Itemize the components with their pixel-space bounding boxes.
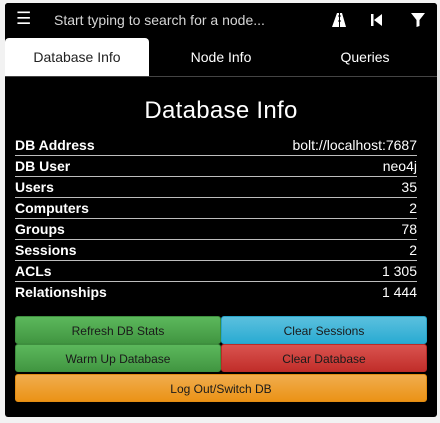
refresh-db-stats-button[interactable]: Refresh DB Stats [15, 316, 221, 344]
table-row: ACLs 1 305 [15, 261, 417, 282]
search-input[interactable] [50, 9, 328, 31]
table-row: Relationships 1 444 [15, 282, 417, 302]
logout-switch-db-button[interactable]: Log Out/Switch DB [15, 374, 427, 402]
row-value: neo4j [382, 158, 417, 174]
tab-node-info[interactable]: Node Info [149, 38, 293, 76]
warm-up-database-button[interactable]: Warm Up Database [15, 344, 221, 372]
pathfinding-icon[interactable] [331, 12, 347, 28]
table-row: DB User neo4j [15, 156, 417, 177]
row-label: Relationships [15, 284, 107, 300]
row-value: 1 444 [381, 284, 417, 300]
row-label: Computers [15, 200, 89, 216]
tab-divider [5, 76, 437, 77]
filter-icon[interactable] [410, 12, 426, 28]
tab-database-info[interactable]: Database Info [5, 38, 149, 76]
row-value: 1 305 [381, 263, 417, 279]
row-value: 2 [409, 242, 417, 258]
row-value: 2 [409, 200, 417, 216]
row-label: Sessions [15, 242, 77, 258]
row-label: Users [15, 179, 54, 195]
row-label: DB User [15, 158, 71, 174]
clear-sessions-button[interactable]: Clear Sessions [221, 316, 427, 344]
row-value: 35 [401, 179, 417, 195]
table-row: Groups 78 [15, 219, 417, 240]
tab-queries[interactable]: Queries [293, 38, 437, 76]
table-row: Users 35 [15, 177, 417, 198]
row-label: Groups [15, 221, 65, 237]
clear-database-button[interactable]: Clear Database [221, 344, 427, 372]
menu-icon[interactable]: ☰ [16, 10, 31, 27]
tab-bar: Database Info Node Info Queries [5, 38, 437, 76]
table-row: Computers 2 [15, 198, 417, 219]
search-bar: ☰ [5, 3, 437, 37]
row-label: ACLs [15, 263, 52, 279]
table-row: Sessions 2 [15, 240, 417, 261]
row-label: DB Address [15, 137, 95, 153]
back-icon[interactable] [369, 12, 385, 28]
page-title: Database Info [144, 97, 298, 124]
database-info-table: DB Address bolt://localhost:7687 DB User… [15, 135, 417, 302]
table-row: DB Address bolt://localhost:7687 [15, 135, 417, 156]
row-value: 78 [401, 221, 417, 237]
database-info-panel: ☰ Database Info Node Info Queries [5, 3, 437, 417]
row-value: bolt://localhost:7687 [292, 137, 417, 153]
